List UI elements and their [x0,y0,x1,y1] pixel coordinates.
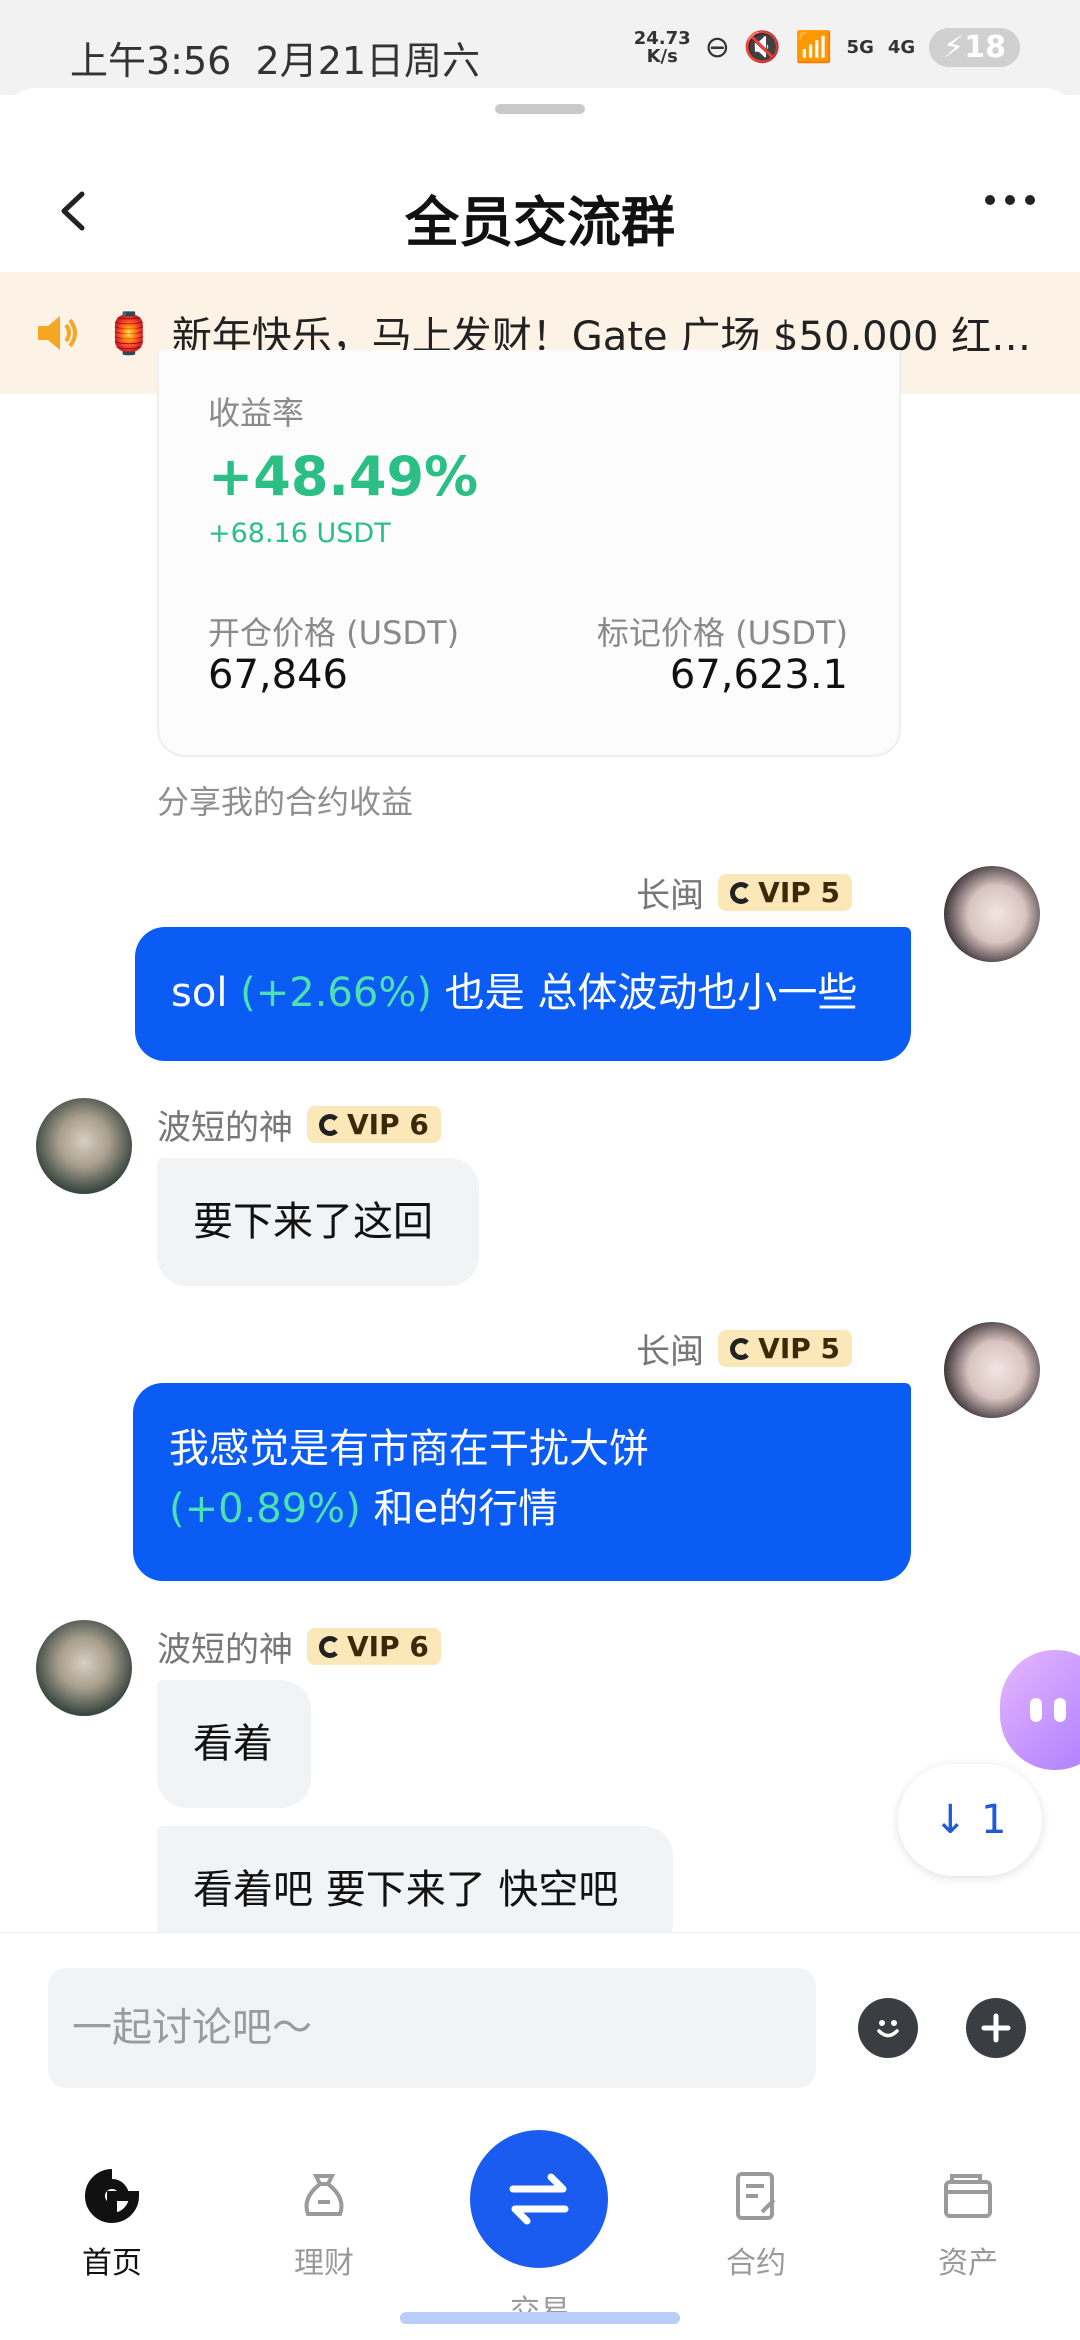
wallet-icon [944,2174,992,2218]
vip-badge: VIP 6 [307,1106,441,1143]
status-time: 上午3:56 2月21日周六 [70,39,481,83]
avatar[interactable] [944,866,1040,962]
vip-badge: VIP 6 [307,1628,441,1665]
message-bubble[interactable]: sol (+2.66%) 也是 总体波动也小一些 [135,927,911,1061]
net-speed: 24.73 K/s [633,27,691,67]
sender-name: 长闽 [636,1332,705,1372]
nav-contract[interactable]: 合约 [648,2168,864,2282]
vip-badge: VIP 5 [718,874,852,911]
emoji-icon[interactable] [858,1998,918,2058]
avatar[interactable] [36,1098,132,1194]
contract-icon [736,2172,776,2220]
status-icons: 24.73 K/s ⊖ 🔇 📶 5G 4G ⚡18 [634,28,1020,67]
nav-assets[interactable]: 资产 [860,2168,1076,2282]
message-header: 波短的神 VIP 6 [157,1622,441,1671]
mark-price-value: 67,623.1 [669,652,848,698]
unread-count: 1 [981,1797,1007,1843]
message-bubble[interactable]: 要下来了这回 [157,1158,479,1286]
avatar[interactable] [944,1322,1040,1418]
scroll-down-button[interactable]: ↓ 1 [898,1764,1042,1876]
nav-finance[interactable]: 理财 [216,2168,432,2282]
nav-home[interactable]: 首页 [4,2168,220,2282]
yield-value: +48.49% [208,445,479,508]
mark-price-label: 标记价格 (USDT) [596,614,848,652]
yield-label: 收益率 [208,394,305,432]
home-logo-icon [85,2169,140,2223]
mute-icon: 🔇 [743,30,782,65]
open-price-label: 开仓价格 (USDT) [208,614,460,652]
home-indicator[interactable] [400,2312,680,2324]
wifi-icon: 📶 [795,30,833,65]
sheet-grabber[interactable] [495,104,585,114]
battery-icon: ⚡18 [929,28,1020,67]
more-icon[interactable] [985,195,1045,221]
price-change-link[interactable]: (+2.66%) [240,970,432,1016]
lantern-icon: 🏮 [104,310,154,357]
sender-name: 长闽 [636,876,705,916]
add-icon[interactable] [966,1998,1026,2058]
vip-badge: VIP 5 [718,1330,852,1367]
message-bubble[interactable]: 我感觉是有市商在干扰大饼 (+0.89%) 和e的行情 [133,1383,911,1581]
message-header: 长闽 VIP 5 [636,1324,852,1373]
message-header: 波短的神 VIP 6 [157,1100,441,1149]
vip-logo-icon [319,1113,341,1136]
arrow-down-icon: ↓ [933,1797,968,1843]
speaker-icon [38,316,77,350]
money-bag-icon [304,2174,344,2216]
signal-5g-icon: 5G [846,37,874,58]
swap-icon [509,2173,569,2225]
profit-value: +68.16 USDT [208,518,391,549]
price-change-link[interactable]: (+0.89%) [169,1486,361,1532]
page-title: 全员交流群 [405,191,675,254]
message-header: 长闽 VIP 5 [636,868,852,917]
open-price-value: 67,846 [208,652,348,698]
trade-button[interactable] [470,2130,608,2268]
message-input[interactable] [48,1968,816,2088]
card-caption: 分享我的合约收益 [157,783,414,821]
vip-logo-icon [730,881,753,904]
message-bubble[interactable]: 看着 [157,1680,311,1808]
vip-logo-icon [319,1635,341,1658]
sender-name: 波短的神 [157,1108,293,1148]
avatar[interactable] [36,1620,132,1716]
dnd-icon: ⊖ [704,30,730,65]
signal-4g-icon: 4G [887,37,916,58]
vip-logo-icon [730,1337,753,1360]
sender-name: 波短的神 [157,1630,293,1670]
